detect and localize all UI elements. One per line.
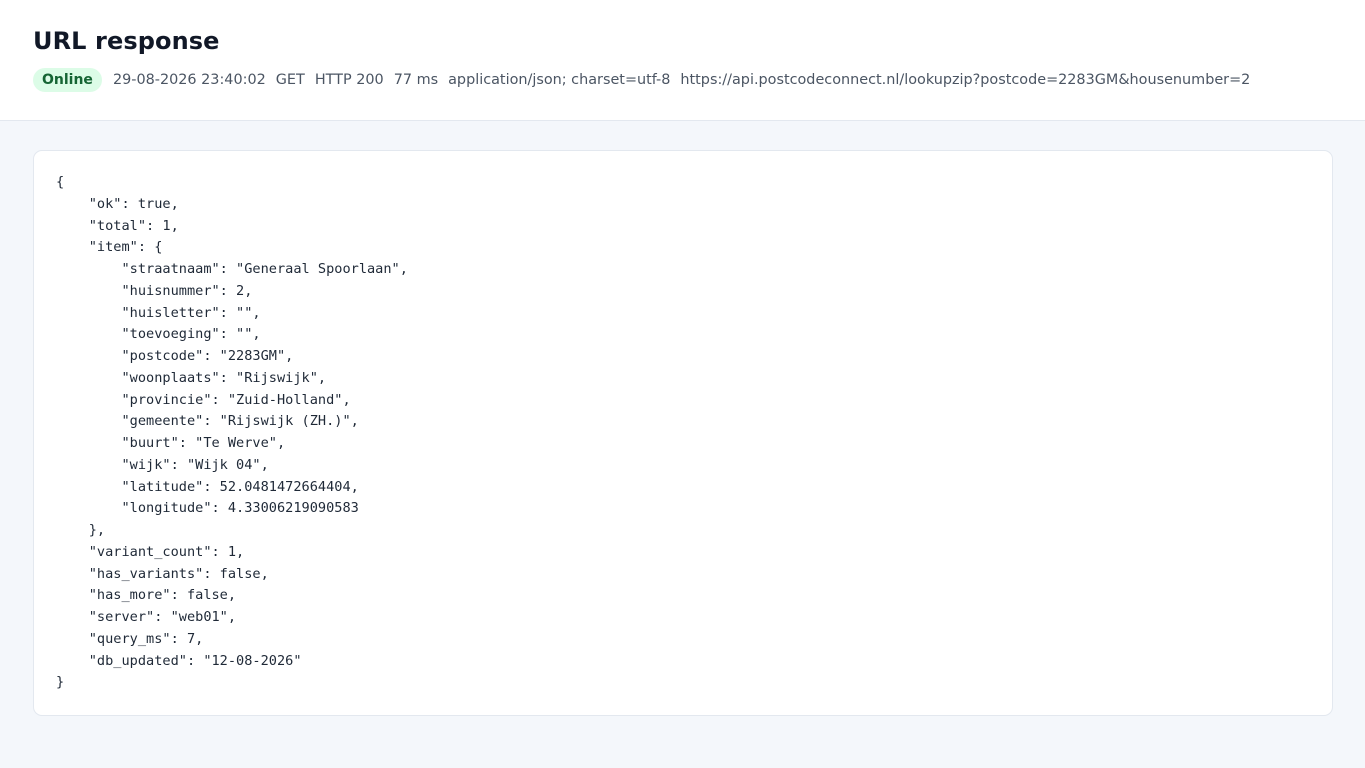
request-method: GET [275, 72, 305, 88]
status-badge: Online [33, 68, 102, 92]
json-response-body[interactable]: { "ok": true, "total": 1, "item": { "str… [56, 172, 1310, 694]
request-url: https://api.postcodeconnect.nl/lookupzip… [680, 72, 1251, 88]
response-timestamp: 29-08-2026 23:40:02 [112, 72, 266, 88]
http-status: HTTP 200 [314, 72, 384, 88]
response-header: URL response Online 29-08-2026 23:40:02 … [0, 0, 1365, 121]
page-title: URL response [33, 27, 220, 55]
response-meta: Online 29-08-2026 23:40:02 GET HTTP 200 … [33, 68, 1332, 92]
response-panel: { "ok": true, "total": 1, "item": { "str… [33, 150, 1333, 716]
response-duration: 77 ms [393, 72, 439, 88]
content-type: application/json; charset=utf-8 [448, 72, 671, 88]
